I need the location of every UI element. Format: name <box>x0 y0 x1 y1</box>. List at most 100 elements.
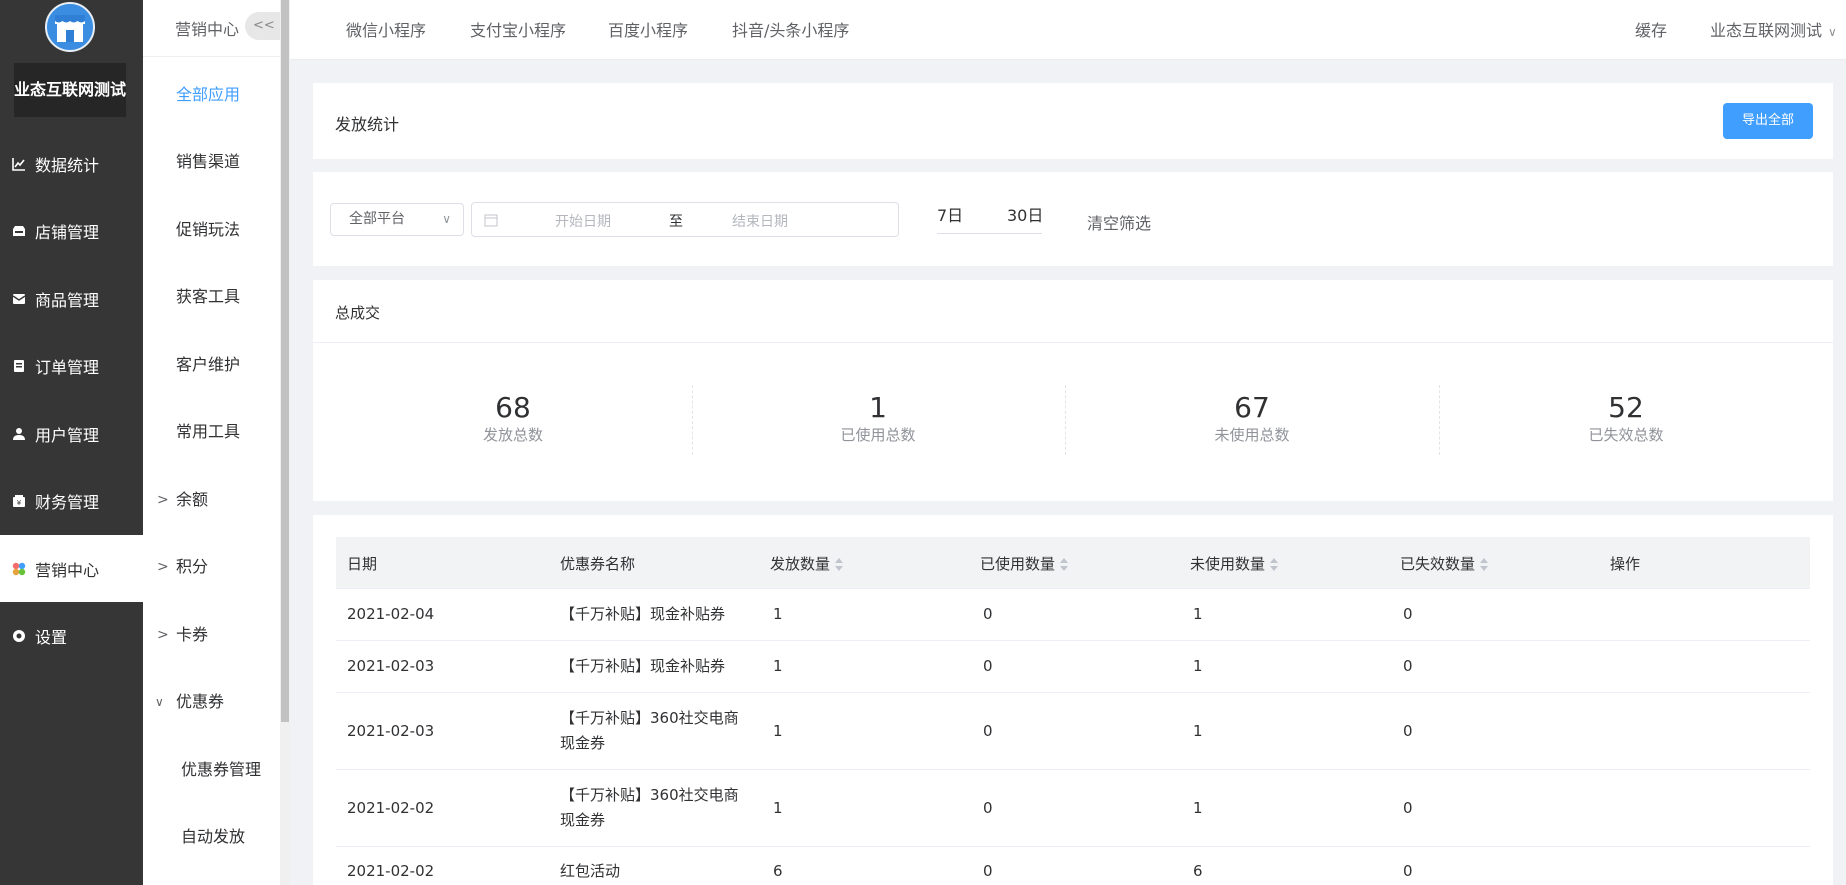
column-label: 已使用数量 <box>980 555 1056 573</box>
cell-expired: 0 <box>1403 605 1413 623</box>
column-label: 发放数量 <box>770 555 831 573</box>
svg-text:¥: ¥ <box>17 499 22 507</box>
table-row: 2021-02-04 【千万补贴】现金补贴券 1 0 1 0 <box>336 589 1810 641</box>
cell-issued: 1 <box>773 799 783 817</box>
nav-shop-management[interactable]: 店铺管理 <box>0 197 143 264</box>
platform-select[interactable]: 全部平台 ∨ <box>330 203 464 236</box>
cell-unused: 1 <box>1193 605 1203 623</box>
subnav-label: 余额 <box>176 490 209 509</box>
cell-issued: 1 <box>773 722 783 740</box>
range-separator: 至 <box>669 214 683 230</box>
cell-issued: 1 <box>773 657 783 675</box>
chevron-right-icon: > <box>157 492 169 508</box>
table-row: 2021-02-03 【千万补贴】360社交电商 现金券 1 0 1 0 <box>336 693 1810 770</box>
subnav-sales-channels[interactable]: 销售渠道 <box>143 142 280 182</box>
column-header-used[interactable]: 已使用数量 <box>980 553 1069 574</box>
subnav-coupon-management[interactable]: 优惠券管理 <box>143 750 280 790</box>
subnav-auto-issue[interactable]: 自动发放 <box>143 817 280 857</box>
export-all-button[interactable]: 导出全部 <box>1723 103 1813 139</box>
subnav-promotions[interactable]: 促销玩法 <box>143 210 280 250</box>
stat-value: 68 <box>495 391 531 424</box>
stat-label: 发放总数 <box>482 426 543 444</box>
stat-label: 已失效总数 <box>1588 426 1664 444</box>
summary-title: 总成交 <box>335 304 381 322</box>
cell-unused: 1 <box>1193 657 1203 675</box>
cell-used: 0 <box>983 799 993 817</box>
sort-icon[interactable] <box>834 557 844 572</box>
nav-order-management[interactable]: 订单管理 <box>0 332 143 399</box>
nav-label: 财务管理 <box>35 492 100 512</box>
column-header-issued[interactable]: 发放数量 <box>770 553 844 574</box>
sort-icon[interactable] <box>1269 557 1279 572</box>
cell-used: 0 <box>983 722 993 740</box>
user-menu[interactable]: 业态互联网测试 ∨ <box>1710 17 1837 41</box>
column-header-expired[interactable]: 已失效数量 <box>1400 553 1489 574</box>
subnav-all-apps[interactable]: 全部应用 <box>143 75 280 115</box>
quick-range-underline <box>937 233 1042 234</box>
subnav-common-tools[interactable]: 常用工具 <box>143 412 280 452</box>
nav-finance-management[interactable]: ¥ 财务管理 <box>0 467 143 534</box>
date-range-picker[interactable]: 开始日期 至 结束日期 <box>471 202 899 237</box>
coupon-name-line: 现金券 <box>560 811 606 829</box>
column-header-unused[interactable]: 未使用数量 <box>1190 553 1279 574</box>
cell-used: 0 <box>983 862 993 880</box>
subnav-points[interactable]: > 积分 <box>143 547 280 587</box>
subnav-customer-maintenance[interactable]: 客户维护 <box>143 345 280 385</box>
platform-select-value: 全部平台 <box>349 211 405 227</box>
sort-icon[interactable] <box>1059 557 1069 572</box>
collapse-button[interactable]: << <box>245 12 285 40</box>
cell-issued: 6 <box>773 862 783 880</box>
coupon-name-line: 现金券 <box>560 734 606 752</box>
stat-issued-total: 68 发放总数 <box>383 391 643 445</box>
secondary-sidebar: 营销中心 << 全部应用 销售渠道 促销玩法 获客工具 客户维护 常用工具 > … <box>143 0 285 885</box>
subnav-acquisition-tools[interactable]: 获客工具 <box>143 277 280 317</box>
stat-divider <box>1065 385 1066 455</box>
scrollbar-thumb[interactable] <box>281 0 289 722</box>
cell-coupon-name: 【千万补贴】360社交电商 现金券 <box>560 706 739 756</box>
cache-link[interactable]: 缓存 <box>1635 17 1667 41</box>
nav-user-management[interactable]: 用户管理 <box>0 400 143 467</box>
shop-logo[interactable] <box>45 2 95 52</box>
subnav-label: 积分 <box>176 557 209 576</box>
nav-label: 设置 <box>35 627 68 647</box>
subnav-balance[interactable]: > 余额 <box>143 480 280 520</box>
nav-label: 数据统计 <box>35 155 100 175</box>
quick-7-days[interactable]: 7日 <box>937 202 963 226</box>
nav-settings[interactable]: 设置 <box>0 602 143 669</box>
chevron-down-icon: ∨ <box>155 695 164 709</box>
subnav-cards[interactable]: > 卡券 <box>143 615 280 655</box>
tab-alipay-miniprogram[interactable]: 支付宝小程序 <box>470 17 566 41</box>
cell-date: 2021-02-02 <box>347 799 435 817</box>
subnav-coupons[interactable]: ∨ 优惠券 <box>143 682 280 722</box>
box-icon <box>11 291 27 307</box>
main-sidebar: 业态互联网测试 数据统计 店铺管理 商品管理 订单管理 用户管理 ¥ 财务管理 … <box>0 0 143 885</box>
nav-label: 订单管理 <box>35 357 100 377</box>
nav-label: 店铺管理 <box>35 222 100 242</box>
tab-wechat-miniprogram[interactable]: 微信小程序 <box>346 17 426 41</box>
user-name: 业态互联网测试 <box>1710 21 1823 40</box>
stat-value: 67 <box>1234 391 1270 424</box>
column-header-actions: 操作 <box>1610 555 1641 573</box>
start-date-input[interactable]: 开始日期 <box>555 211 611 231</box>
tab-douyin-miniprogram[interactable]: 抖音/头条小程序 <box>732 17 849 41</box>
cell-unused: 1 <box>1193 722 1203 740</box>
end-date-input[interactable]: 结束日期 <box>732 211 788 231</box>
stat-label: 已使用总数 <box>840 426 916 444</box>
column-label: 已失效数量 <box>1400 555 1476 573</box>
nav-product-management[interactable]: 商品管理 <box>0 265 143 332</box>
column-header-date: 日期 <box>347 555 378 573</box>
cell-expired: 0 <box>1403 657 1413 675</box>
page-header-card: 发放统计 <box>313 83 1833 159</box>
calendar-icon <box>484 212 498 227</box>
cell-date: 2021-02-03 <box>347 722 435 740</box>
tab-baidu-miniprogram[interactable]: 百度小程序 <box>608 17 688 41</box>
nav-data-stats[interactable]: 数据统计 <box>0 130 143 197</box>
quick-30-days[interactable]: 30日 <box>1007 202 1043 226</box>
cell-expired: 0 <box>1403 799 1413 817</box>
shop-icon <box>11 223 27 239</box>
stat-value: 52 <box>1608 391 1644 424</box>
nav-marketing-center[interactable]: 营销中心 <box>0 535 143 602</box>
clear-filters-link[interactable]: 清空筛选 <box>1087 210 1151 234</box>
subnav-scrollbar[interactable] <box>280 0 290 885</box>
sort-icon[interactable] <box>1479 557 1489 572</box>
